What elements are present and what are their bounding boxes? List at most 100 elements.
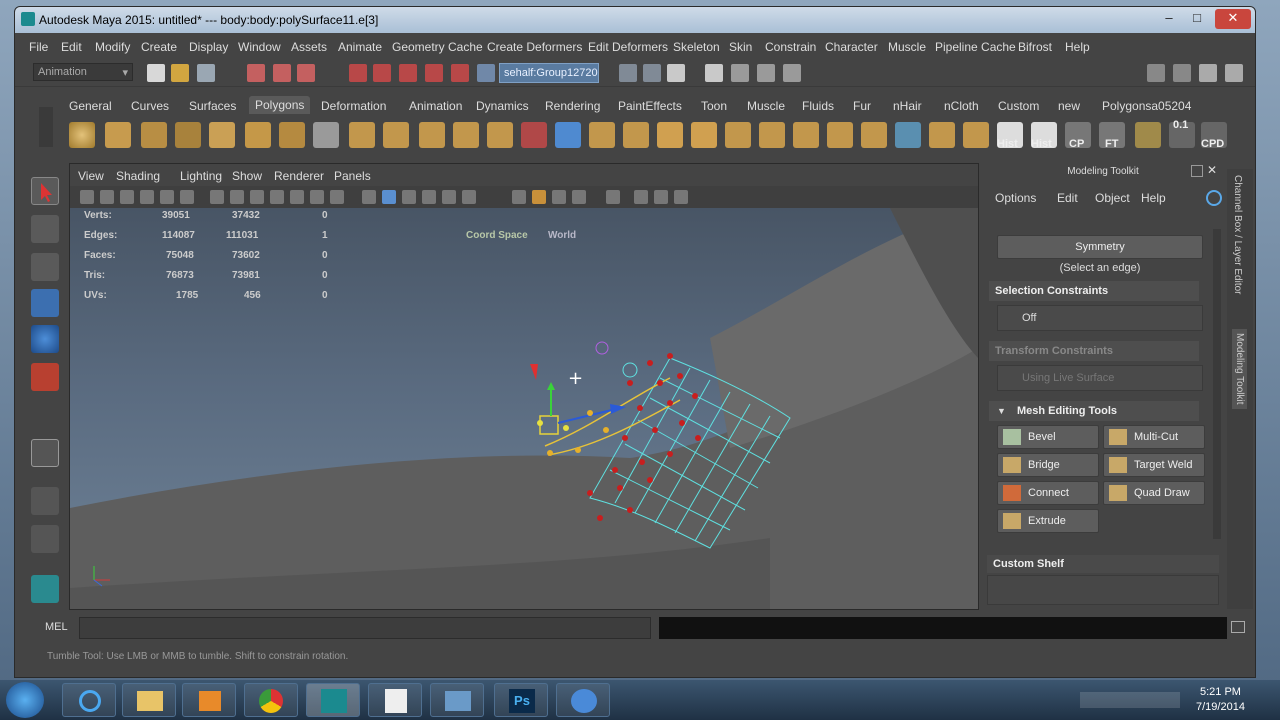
poly-pipe-icon[interactable] (279, 122, 305, 148)
menu-window[interactable]: Window (238, 40, 281, 54)
tab-dynamics[interactable]: Dynamics (476, 99, 529, 113)
use-all-lights-icon[interactable] (442, 190, 456, 204)
poly-sphere-icon[interactable] (69, 122, 95, 148)
make-live-icon[interactable] (451, 64, 469, 82)
custom-shelf-area[interactable] (987, 575, 1219, 605)
taskbar-monitor[interactable] (430, 683, 484, 717)
taskbar-explorer[interactable] (122, 683, 176, 717)
taskbar-chrome[interactable] (244, 683, 298, 717)
wireframe-icon[interactable] (362, 190, 376, 204)
poly-cylinder-icon[interactable] (141, 122, 167, 148)
depth-of-field-icon[interactable] (572, 190, 586, 204)
smooth-shade-icon[interactable] (382, 190, 396, 204)
taskbar-zbrush[interactable] (368, 683, 422, 717)
modeling-toolkit-icon[interactable] (757, 64, 775, 82)
vp-menu-panels[interactable]: Panels (334, 169, 371, 183)
taskbar-app[interactable] (556, 683, 610, 717)
four-view-icon[interactable] (31, 525, 59, 553)
tab-animation[interactable]: Animation (409, 99, 462, 113)
isolate-select-icon[interactable] (606, 190, 620, 204)
tab-custom[interactable]: Custom (998, 99, 1039, 113)
grid-icon[interactable] (210, 190, 224, 204)
float-panel-icon[interactable] (1191, 165, 1203, 177)
gate-mask-icon[interactable] (270, 190, 284, 204)
menu-edit[interactable]: Edit (61, 40, 82, 54)
extrude-icon[interactable] (589, 122, 615, 148)
screen-space-ao-icon[interactable] (512, 190, 526, 204)
channel-box-icon[interactable] (1199, 64, 1217, 82)
poly-torus-icon[interactable] (245, 122, 271, 148)
motion-blur-icon[interactable] (532, 190, 546, 204)
bookmark-icon[interactable] (120, 190, 134, 204)
tab-channel-box[interactable]: Channel Box / Layer Editor (1232, 175, 1243, 295)
poly-platonic-icon[interactable] (313, 122, 339, 148)
tab-deformation[interactable]: Deformation (321, 99, 386, 113)
scale-tool-icon[interactable] (31, 363, 59, 391)
input-ops-icon[interactable] (477, 64, 495, 82)
single-perspective-icon[interactable] (31, 487, 59, 515)
vp-menu-view[interactable]: View (78, 169, 104, 183)
image-plane-icon[interactable] (140, 190, 154, 204)
render-current-icon[interactable] (643, 64, 661, 82)
tab-general[interactable]: General (69, 99, 112, 113)
toolkit-menu-edit[interactable]: Edit (1057, 191, 1078, 205)
mel-label[interactable]: MEL (45, 621, 68, 633)
resolution-gate-icon[interactable] (250, 190, 264, 204)
tab-modeling-toolkit[interactable]: Modeling Toolkit (1232, 329, 1247, 409)
cylindrical-map-icon[interactable] (963, 122, 989, 148)
new-scene-icon[interactable] (147, 64, 165, 82)
uv-editor-icon[interactable] (895, 122, 921, 148)
mirror-icon[interactable] (521, 122, 547, 148)
xray-active-icon[interactable] (674, 190, 688, 204)
taskbar-clock[interactable]: 5:21 PM 7/19/2014 (1196, 685, 1245, 715)
combine-icon[interactable] (349, 122, 375, 148)
select-tool-icon[interactable] (31, 177, 59, 205)
select-hierarchy-icon[interactable] (247, 64, 265, 82)
planar-map-icon[interactable] (929, 122, 955, 148)
tab-new[interactable]: new (1058, 99, 1080, 113)
menu-set-dropdown[interactable]: Animation ▾ (33, 63, 133, 81)
tab-muscle[interactable]: Muscle (747, 99, 785, 113)
poly-plane-icon[interactable] (209, 122, 235, 148)
menu-assets[interactable]: Assets (291, 40, 327, 54)
minimize-icon[interactable]: – (1155, 9, 1183, 29)
menu-character[interactable]: Character (825, 40, 878, 54)
snap-point-icon[interactable] (399, 64, 417, 82)
ipr-render-icon[interactable] (667, 64, 685, 82)
close-panel-icon[interactable]: ✕ (1207, 163, 1217, 177)
taskbar-photoshop[interactable]: Ps (494, 683, 548, 717)
menu-skeleton[interactable]: Skeleton (673, 40, 720, 54)
textured-icon[interactable] (422, 190, 436, 204)
open-scene-icon[interactable] (171, 64, 189, 82)
camera-icon[interactable] (80, 190, 94, 204)
system-tray-icons[interactable] (1080, 692, 1180, 708)
select-object-icon[interactable] (273, 64, 291, 82)
menu-animate[interactable]: Animate (338, 40, 382, 54)
menu-create[interactable]: Create (141, 40, 177, 54)
custom-shelf-header[interactable]: Custom Shelf (987, 555, 1219, 573)
offset-edge-loop-icon[interactable] (793, 122, 819, 148)
grease-pencil-icon[interactable] (180, 190, 194, 204)
menu-file[interactable]: File (29, 40, 48, 54)
tab-ncloth[interactable]: nCloth (944, 99, 979, 113)
selection-constraints-header[interactable]: Selection Constraints (989, 281, 1199, 301)
selection-constraint-dropdown[interactable]: Off (997, 305, 1203, 331)
poly-cube-icon[interactable] (105, 122, 131, 148)
vp-menu-shading[interactable]: Shading (116, 169, 160, 183)
vp-menu-renderer[interactable]: Renderer (274, 169, 324, 183)
hypershade-icon[interactable] (731, 64, 749, 82)
soft-select-icon[interactable] (31, 439, 59, 467)
tab-polygonsa05204[interactable]: Polygonsa05204 (1102, 99, 1191, 113)
rotate-tool-icon[interactable] (31, 325, 59, 353)
boolean-icon[interactable] (487, 122, 513, 148)
tab-fur[interactable]: Fur (853, 99, 871, 113)
xray-joints-icon[interactable] (654, 190, 668, 204)
maximize-icon[interactable]: □ (1183, 9, 1211, 29)
close-icon[interactable]: ✕ (1215, 9, 1251, 29)
snap-surface-icon[interactable] (425, 64, 443, 82)
select-component-icon[interactable] (297, 64, 315, 82)
merge-icon[interactable] (827, 122, 853, 148)
menu-bifrost[interactable]: Bifrost (1018, 40, 1052, 54)
bridge-icon[interactable] (623, 122, 649, 148)
toolkit-menu-help[interactable]: Help (1141, 191, 1166, 205)
